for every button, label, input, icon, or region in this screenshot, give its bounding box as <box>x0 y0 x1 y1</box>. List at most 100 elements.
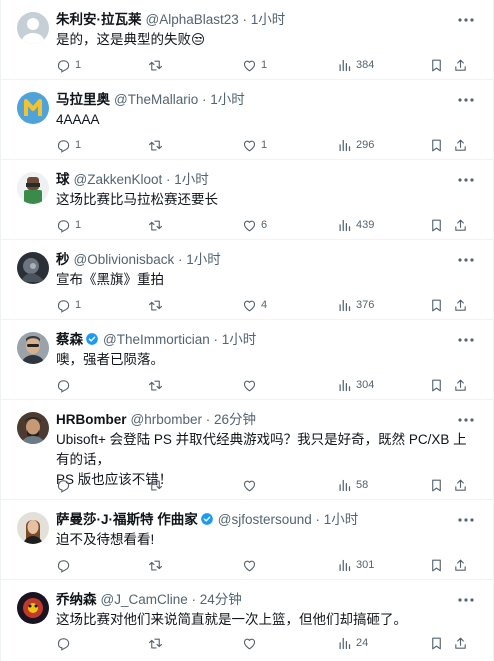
avatar[interactable] <box>17 172 49 204</box>
like-button[interactable] <box>242 376 261 394</box>
more-dots-icon[interactable] <box>457 13 475 27</box>
timestamp[interactable]: 24分钟 <box>200 592 242 607</box>
views-button[interactable]: 24 <box>337 634 368 652</box>
display-name[interactable]: 乔纳森 <box>56 592 97 607</box>
reply-button[interactable]: 1 <box>56 136 81 154</box>
reply-button[interactable]: 1 <box>56 296 81 314</box>
user-handle[interactable]: @ZakkenKloot <box>74 172 163 187</box>
views-button[interactable]: 304 <box>337 376 374 394</box>
retweet-button[interactable] <box>148 376 167 394</box>
timestamp[interactable]: 1小时 <box>210 92 245 107</box>
share-button[interactable] <box>453 216 468 234</box>
more-dots-icon[interactable] <box>457 253 475 267</box>
avatar[interactable] <box>17 332 49 364</box>
display-name[interactable]: 朱利安·拉瓦莱 <box>56 12 142 27</box>
like-button[interactable] <box>242 476 261 494</box>
retweet-button[interactable] <box>148 634 167 652</box>
bookmark-button[interactable] <box>429 216 444 234</box>
share-button[interactable] <box>453 136 468 154</box>
bookmark-button[interactable] <box>429 296 444 314</box>
like-button[interactable]: 4 <box>242 296 267 314</box>
more-dots-icon[interactable] <box>457 93 475 107</box>
share-button[interactable] <box>453 634 468 652</box>
views-button[interactable]: 384 <box>337 56 374 74</box>
user-handle[interactable]: @J_CamCline <box>101 592 188 607</box>
like-button[interactable] <box>242 634 261 652</box>
more-dots-icon[interactable] <box>457 173 475 187</box>
share-button[interactable] <box>453 556 468 574</box>
like-button[interactable]: 6 <box>242 216 267 234</box>
share-icon <box>455 559 466 571</box>
user-handle[interactable]: @sjfostersound <box>218 512 312 527</box>
bookmark-button[interactable] <box>429 56 444 74</box>
like-button[interactable]: 1 <box>242 136 267 154</box>
user-handle[interactable]: @Oblivionisback <box>74 252 175 267</box>
tweet-reply[interactable]: 朱利安·拉瓦莱 @AlphaBlast23 · 1小时 是的，这是典型的失败😒 1… <box>1 0 494 80</box>
display-name[interactable]: 秒 <box>56 252 70 267</box>
avatar[interactable] <box>17 12 49 44</box>
avatar[interactable] <box>17 252 49 284</box>
retweet-button[interactable] <box>148 56 167 74</box>
avatar[interactable] <box>17 592 49 624</box>
tweet-reply[interactable]: 萨曼莎·J·福斯特 作曲家 @sjfostersound · 1小时 迫不及待想看… <box>1 500 494 580</box>
display-name[interactable]: 马拉里奥 <box>56 92 110 107</box>
like-button[interactable] <box>242 556 261 574</box>
views-chart-icon <box>339 379 351 391</box>
retweet-button[interactable] <box>148 216 167 234</box>
tweet-reply[interactable]: 乔纳森 @J_CamCline · 24分钟 这场比赛对他们来说简直就是一次上篮，… <box>1 580 494 661</box>
reply-button[interactable]: 1 <box>56 56 81 74</box>
timestamp[interactable]: 1小时 <box>222 332 257 347</box>
timestamp[interactable]: 1小时 <box>324 512 359 527</box>
timestamp[interactable]: 1小时 <box>174 172 209 187</box>
user-handle[interactable]: @TheImmortician <box>103 332 210 347</box>
timestamp[interactable]: 1小时 <box>251 12 286 27</box>
bookmark-button[interactable] <box>429 556 444 574</box>
avatar[interactable] <box>17 412 49 444</box>
share-button[interactable] <box>453 376 468 394</box>
views-button[interactable]: 58 <box>337 476 368 494</box>
views-button[interactable]: 296 <box>337 136 374 154</box>
user-handle[interactable]: @TheMallario <box>114 92 198 107</box>
timestamp[interactable]: 1小时 <box>186 252 221 267</box>
more-dots-icon[interactable] <box>457 333 475 347</box>
avatar[interactable] <box>17 92 49 124</box>
timestamp[interactable]: 26分钟 <box>214 412 256 427</box>
bookmark-button[interactable] <box>429 476 444 494</box>
display-name[interactable]: 蔡森 <box>56 332 83 347</box>
tweet-reply[interactable]: HRBomber @hrbomber · 26分钟 Ubisoft+ 会登陆 PS… <box>1 400 494 500</box>
share-button[interactable] <box>453 476 468 494</box>
user-handle[interactable]: @hrbomber <box>131 412 202 427</box>
reply-button[interactable] <box>56 376 75 394</box>
reply-button[interactable] <box>56 556 75 574</box>
bookmark-button[interactable] <box>429 376 444 394</box>
like-button[interactable]: 1 <box>242 56 267 74</box>
share-icon <box>455 219 466 231</box>
reply-button[interactable]: 1 <box>56 216 81 234</box>
retweet-button[interactable] <box>148 136 167 154</box>
tweet-reply[interactable]: 马拉里奥 @TheMallario · 1小时 4AAAA 1 1 296 <box>1 80 494 160</box>
more-dots-icon[interactable] <box>457 413 475 427</box>
bookmark-button[interactable] <box>429 136 444 154</box>
retweet-button[interactable] <box>148 296 167 314</box>
display-name[interactable]: 萨曼莎·J·福斯特 作曲家 <box>56 512 198 527</box>
views-button[interactable]: 301 <box>337 556 374 574</box>
avatar[interactable] <box>17 512 49 544</box>
views-button[interactable]: 439 <box>337 216 374 234</box>
more-dots-icon[interactable] <box>457 513 475 527</box>
display-name[interactable]: HRBomber <box>56 412 127 427</box>
heart-icon <box>243 480 256 491</box>
share-button[interactable] <box>453 56 468 74</box>
reply-button[interactable] <box>56 476 75 494</box>
display-name[interactable]: 球 <box>56 172 70 187</box>
retweet-button[interactable] <box>148 556 167 574</box>
tweet-reply[interactable]: 蔡森 @TheImmortician · 1小时 噢，强者已陨落。 304 <box>1 320 494 400</box>
tweet-reply[interactable]: 秒 @Oblivionisback · 1小时 宣布《黑旗》重拍 1 4 376 <box>1 240 494 320</box>
user-handle[interactable]: @AlphaBlast23 <box>146 12 239 27</box>
retweet-button[interactable] <box>148 476 167 494</box>
tweet-reply[interactable]: 球 @ZakkenKloot · 1小时 这场比赛比马拉松赛还要长 1 6 439 <box>1 160 494 240</box>
more-dots-icon[interactable] <box>457 593 475 607</box>
bookmark-button[interactable] <box>429 634 444 652</box>
views-button[interactable]: 376 <box>337 296 374 314</box>
share-button[interactable] <box>453 296 468 314</box>
reply-button[interactable] <box>56 634 75 652</box>
